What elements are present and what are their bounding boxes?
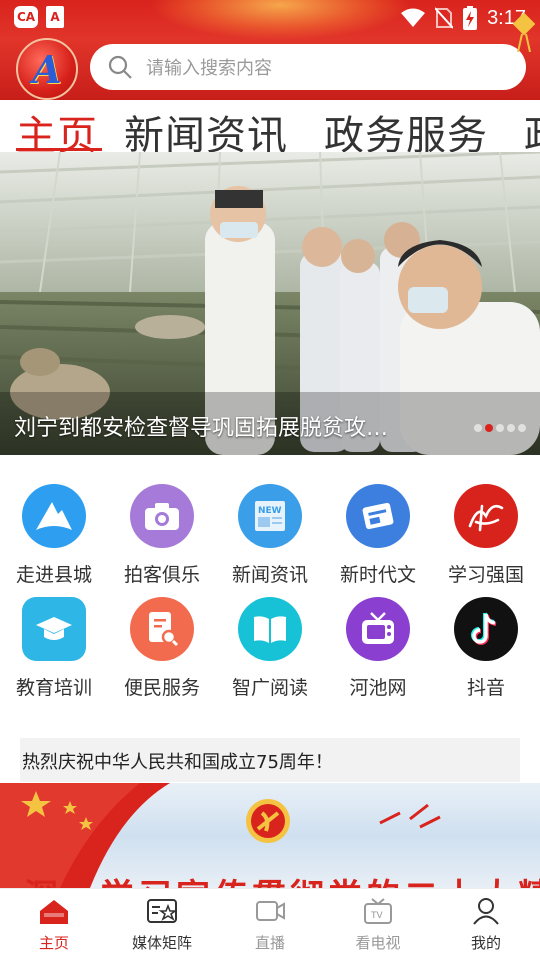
grid-item-label: 拍客俱乐 <box>123 564 200 586</box>
news-card-icon <box>346 484 410 548</box>
search-bar[interactable]: 请输入搜索内容 <box>90 44 526 90</box>
grid-item-label: 便民服务 <box>123 677 200 699</box>
newspaper-icon: NEW <box>238 484 302 548</box>
grid-item-new-era[interactable]: 新时代文 <box>324 484 432 587</box>
active-tab-indicator <box>16 148 102 151</box>
no-sim-icon <box>435 7 454 29</box>
chinese-knot-icon <box>512 12 536 52</box>
nav-profile[interactable]: 我的 <box>432 889 540 961</box>
nav-label: 直播 <box>254 934 285 952</box>
mountain-icon <box>22 484 86 548</box>
grid-item-label: 智广阅读 <box>231 677 308 699</box>
open-book-icon <box>238 597 302 661</box>
grid-item-photo-club[interactable]: 拍客俱乐 <box>108 484 216 587</box>
tab-home[interactable]: 主页 <box>16 103 98 154</box>
grid-item-douyin[interactable]: 抖音 <box>432 597 540 700</box>
carousel-dot <box>474 424 482 432</box>
promo-banner[interactable]: 深入学习宣传贯彻党的二十大精神 <box>0 783 540 888</box>
carousel-dot-active <box>485 424 493 432</box>
search-icon <box>108 55 132 79</box>
grid-item-county[interactable]: 走进县城 <box>0 484 108 587</box>
grid-item-news[interactable]: NEW 新闻资讯 <box>216 484 324 587</box>
carousel-dot <box>496 424 504 432</box>
grid-item-services[interactable]: 便民服务 <box>108 597 216 700</box>
promo-title: 深入学习宣传贯彻党的二十大精神 <box>24 869 540 888</box>
tv-icon <box>346 597 410 661</box>
nav-label: 媒体矩阵 <box>131 934 192 952</box>
carousel-dot <box>518 424 526 432</box>
live-camera-icon <box>256 901 285 921</box>
svg-text:NEW: NEW <box>258 506 282 516</box>
carousel-dot <box>507 424 515 432</box>
graduation-cap-icon <box>22 597 86 661</box>
search-input[interactable]: 请输入搜索内容 <box>146 54 272 80</box>
grid-item-xuexi[interactable]: 学习强国 <box>432 484 540 587</box>
nav-live[interactable]: 直播 <box>216 889 324 961</box>
tab-gov-services[interactable]: 政务服务 <box>324 103 488 154</box>
notice-text: 热烈庆祝中华人民共和国成立75周年！ <box>22 752 333 773</box>
battery-charging-icon <box>463 6 478 30</box>
nav-label: 主页 <box>38 934 69 952</box>
tv-watch-icon: TV <box>364 898 392 924</box>
a-app-icon: A <box>46 6 64 28</box>
grid-item-label: 教育培训 <box>15 677 92 699</box>
tiktok-icon <box>454 597 518 661</box>
carousel-indicator <box>474 424 526 432</box>
grid-item-label: 新闻资讯 <box>231 564 308 586</box>
ca-app-icon: CA <box>14 6 38 28</box>
grid-item-label: 抖音 <box>466 677 505 699</box>
grid-item-label: 新时代文 <box>339 564 416 586</box>
document-search-icon <box>130 597 194 661</box>
media-matrix-icon <box>147 899 178 923</box>
notice-bar[interactable]: 热烈庆祝中华人民共和国成立75周年！ <box>20 738 520 782</box>
grid-item-label: 学习强国 <box>447 564 524 586</box>
status-bar: CA A 3:17 <box>0 0 540 36</box>
banner-caption[interactable]: 刘宁到都安检查督导巩固拓展脱贫攻… <box>14 410 388 442</box>
grid-item-reading[interactable]: 智广阅读 <box>216 597 324 700</box>
camera-icon <box>130 484 194 548</box>
app-logo[interactable]: A <box>16 38 78 100</box>
nav-label: 我的 <box>470 934 501 952</box>
nav-label: 看电视 <box>355 934 401 952</box>
nav-home[interactable]: 主页 <box>0 889 108 961</box>
grid-item-education[interactable]: 教育培训 <box>0 597 108 700</box>
grid-item-label: 走进县城 <box>15 564 92 586</box>
home-icon <box>40 900 68 924</box>
bottom-navigation: 主页 媒体矩阵 直播 TV 看电视 我的 <box>0 888 540 961</box>
nav-watch-tv[interactable]: TV 看电视 <box>324 889 432 961</box>
tab-more[interactable]: 政 <box>524 103 540 154</box>
svg-text:TV: TV <box>370 911 383 921</box>
xuexi-logo-icon <box>454 484 518 548</box>
category-tabs: 主页 新闻资讯 政务服务 政 <box>0 100 540 154</box>
app-header: CA A 3:17 A 请输入搜索内容 <box>0 0 540 100</box>
grid-item-label: 河池网 <box>349 677 407 699</box>
user-icon <box>473 898 499 925</box>
tab-news[interactable]: 新闻资讯 <box>124 103 288 154</box>
nav-media-matrix[interactable]: 媒体矩阵 <box>108 889 216 961</box>
wifi-icon <box>401 8 426 27</box>
grid-item-hechi-net[interactable]: 河池网 <box>324 597 432 700</box>
